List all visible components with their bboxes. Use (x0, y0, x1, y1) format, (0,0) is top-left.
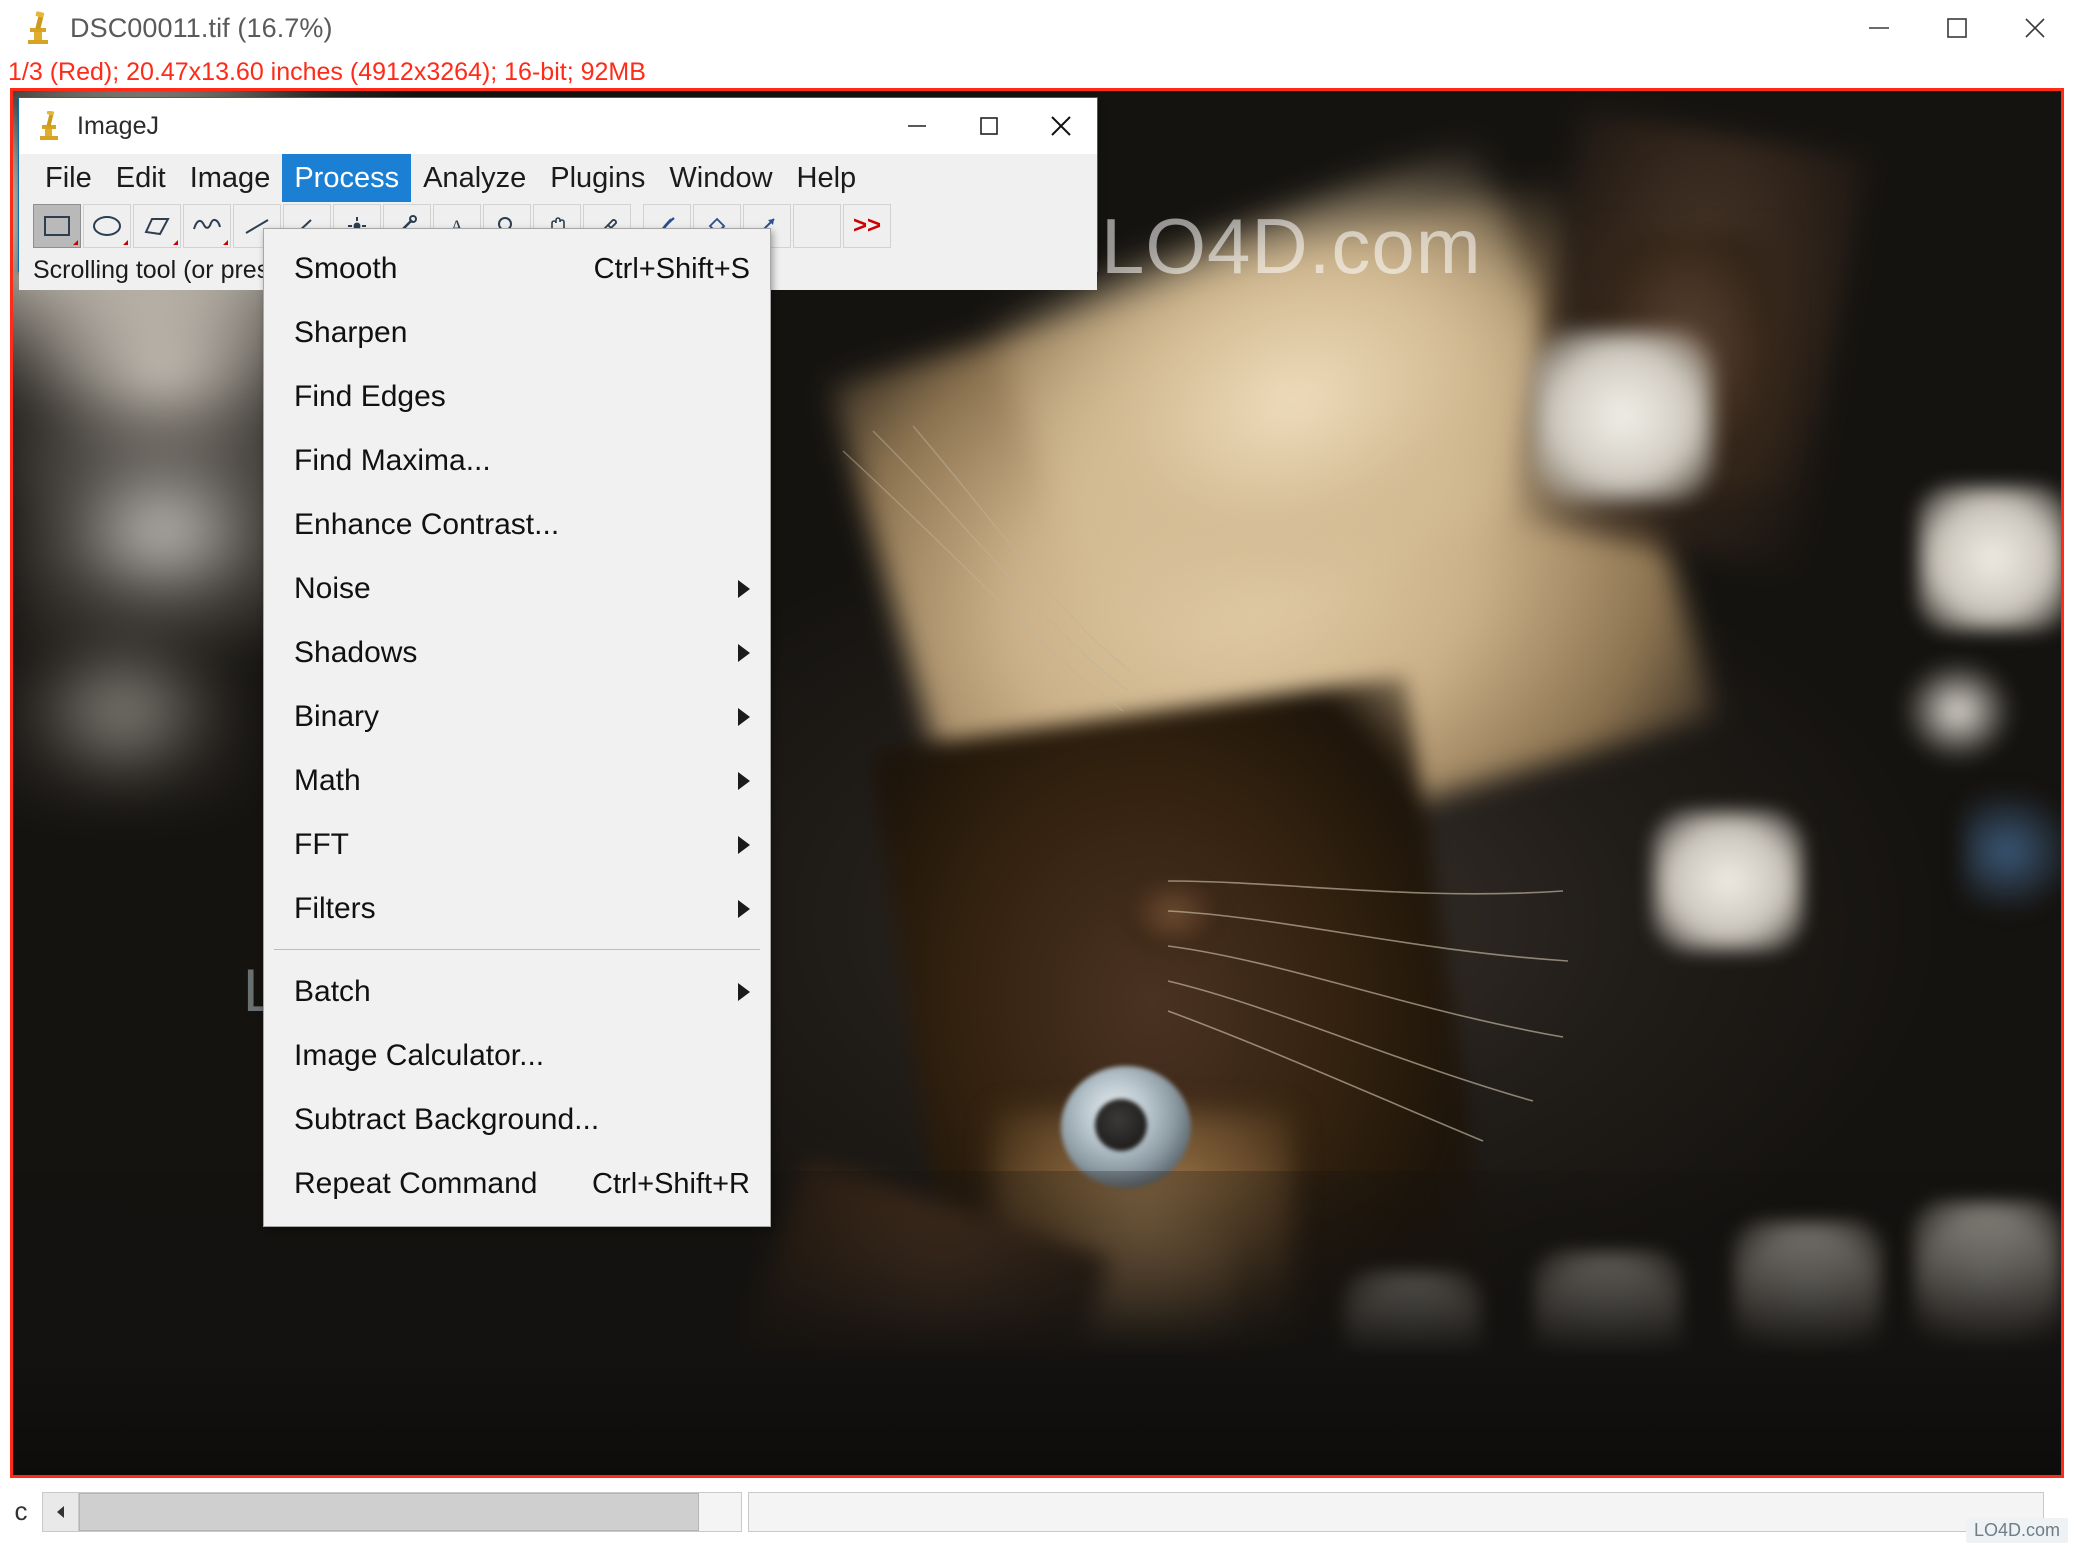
menu-item-batch[interactable]: Batch (264, 960, 770, 1024)
outer-window-title: DSC00011.tif (16.7%) (70, 13, 333, 44)
menu-item-find-edges[interactable]: Find Edges (264, 365, 770, 429)
menu-item-math[interactable]: Math (264, 749, 770, 813)
imagej-titlebar: ImageJ (19, 98, 1097, 154)
menu-item-label: Enhance Contrast... (294, 508, 559, 542)
freehand-tool[interactable] (183, 204, 231, 248)
menu-edit[interactable]: Edit (104, 154, 178, 202)
menu-item-noise[interactable]: Noise (264, 557, 770, 621)
menu-analyze[interactable]: Analyze (411, 154, 538, 202)
menu-item-binary[interactable]: Binary (264, 685, 770, 749)
menu-item-label: Filters (294, 892, 376, 926)
oval-tool[interactable] (83, 204, 131, 248)
maximize-icon[interactable] (1918, 0, 1996, 56)
image-viewer-window: DSC00011.tif (16.7%) 1/3 (Red); 20.47x13… (0, 0, 2074, 1545)
menu-item-label: Smooth (294, 252, 397, 286)
menu-item-filters[interactable]: Filters (264, 877, 770, 941)
image-info-text: 1/3 (Red); 20.47x13.60 inches (4912x3264… (8, 58, 646, 87)
menu-window[interactable]: Window (657, 154, 784, 202)
close-icon[interactable] (1996, 0, 2074, 56)
menu-item-repeat-command[interactable]: Repeat Command Ctrl+Shift+R (264, 1152, 770, 1216)
menu-item-label: Sharpen (294, 316, 407, 350)
left-arrow-icon[interactable] (43, 1493, 79, 1531)
minimize-icon[interactable] (881, 98, 953, 154)
menu-item-shadows[interactable]: Shadows (264, 621, 770, 685)
imagej-menubar: File Edit Image Process Analyze Plugins … (19, 154, 1097, 202)
horizontal-scrollbar[interactable] (748, 1492, 2044, 1532)
menu-item-label: Find Maxima... (294, 444, 491, 478)
menu-image[interactable]: Image (178, 154, 283, 202)
menu-item-label: Binary (294, 700, 379, 734)
close-icon[interactable] (1025, 98, 1097, 154)
process-dropdown-menu: Smooth Ctrl+Shift+S Sharpen Find Edges F… (263, 228, 771, 1227)
rectangle-tool[interactable] (33, 204, 81, 248)
maximize-icon[interactable] (953, 98, 1025, 154)
more-tools[interactable]: >> (843, 204, 891, 248)
menu-item-label: Subtract Background... (294, 1103, 599, 1137)
bottom-scrollbar-area: c (0, 1478, 2074, 1545)
menu-item-label: Repeat Command (294, 1167, 537, 1201)
outer-window-controls (1840, 0, 2074, 56)
polygon-tool[interactable] (133, 204, 181, 248)
menu-item-label: Math (294, 764, 361, 798)
menu-item-label: Find Edges (294, 380, 446, 414)
channel-scrollbar[interactable] (42, 1492, 742, 1532)
chevron-right-icon (738, 708, 750, 726)
watermark-corner: LO4D.com (1966, 1518, 2068, 1543)
menu-item-label: FFT (294, 828, 349, 862)
menu-separator (274, 949, 760, 950)
menu-item-sharpen[interactable]: Sharpen (264, 301, 770, 365)
scrollbar-track[interactable] (749, 1493, 2043, 1531)
menu-item-label: Shadows (294, 636, 417, 670)
menu-item-accel: Ctrl+Shift+R (592, 1168, 750, 1201)
chevron-right-icon (738, 900, 750, 918)
scrollbar-thumb[interactable] (79, 1493, 699, 1531)
menu-process[interactable]: Process (282, 154, 411, 202)
chevron-right-icon (738, 836, 750, 854)
chevron-right-icon (738, 983, 750, 1001)
menu-item-subtract-background[interactable]: Subtract Background... (264, 1088, 770, 1152)
menu-item-image-calculator[interactable]: Image Calculator... (264, 1024, 770, 1088)
menu-item-smooth[interactable]: Smooth Ctrl+Shift+S (264, 237, 770, 301)
imagej-window-controls (881, 98, 1097, 154)
minimize-icon[interactable] (1840, 0, 1918, 56)
menu-help[interactable]: Help (785, 154, 869, 202)
menu-item-label: Image Calculator... (294, 1039, 544, 1073)
chevron-right-icon (738, 772, 750, 790)
scrollbar-track[interactable] (699, 1493, 741, 1531)
menu-item-fft[interactable]: FFT (264, 813, 770, 877)
chevron-right-icon (738, 644, 750, 662)
menu-item-enhance-contrast[interactable]: Enhance Contrast... (264, 493, 770, 557)
menu-item-label: Batch (294, 975, 371, 1009)
menu-item-accel: Ctrl+Shift+S (594, 253, 750, 286)
menu-file[interactable]: File (33, 154, 104, 202)
menu-item-find-maxima[interactable]: Find Maxima... (264, 429, 770, 493)
microscope-icon (37, 111, 61, 141)
image-info-strip: 1/3 (Red); 20.47x13.60 inches (4912x3264… (0, 56, 2074, 88)
blank-tool[interactable] (793, 204, 841, 248)
microscope-icon (24, 11, 52, 45)
channel-label: c (0, 1496, 42, 1527)
chevron-right-icon (738, 580, 750, 598)
imagej-window-title: ImageJ (77, 112, 159, 141)
menu-item-label: Noise (294, 572, 371, 606)
menu-plugins[interactable]: Plugins (538, 154, 657, 202)
outer-titlebar: DSC00011.tif (16.7%) (0, 0, 2074, 56)
